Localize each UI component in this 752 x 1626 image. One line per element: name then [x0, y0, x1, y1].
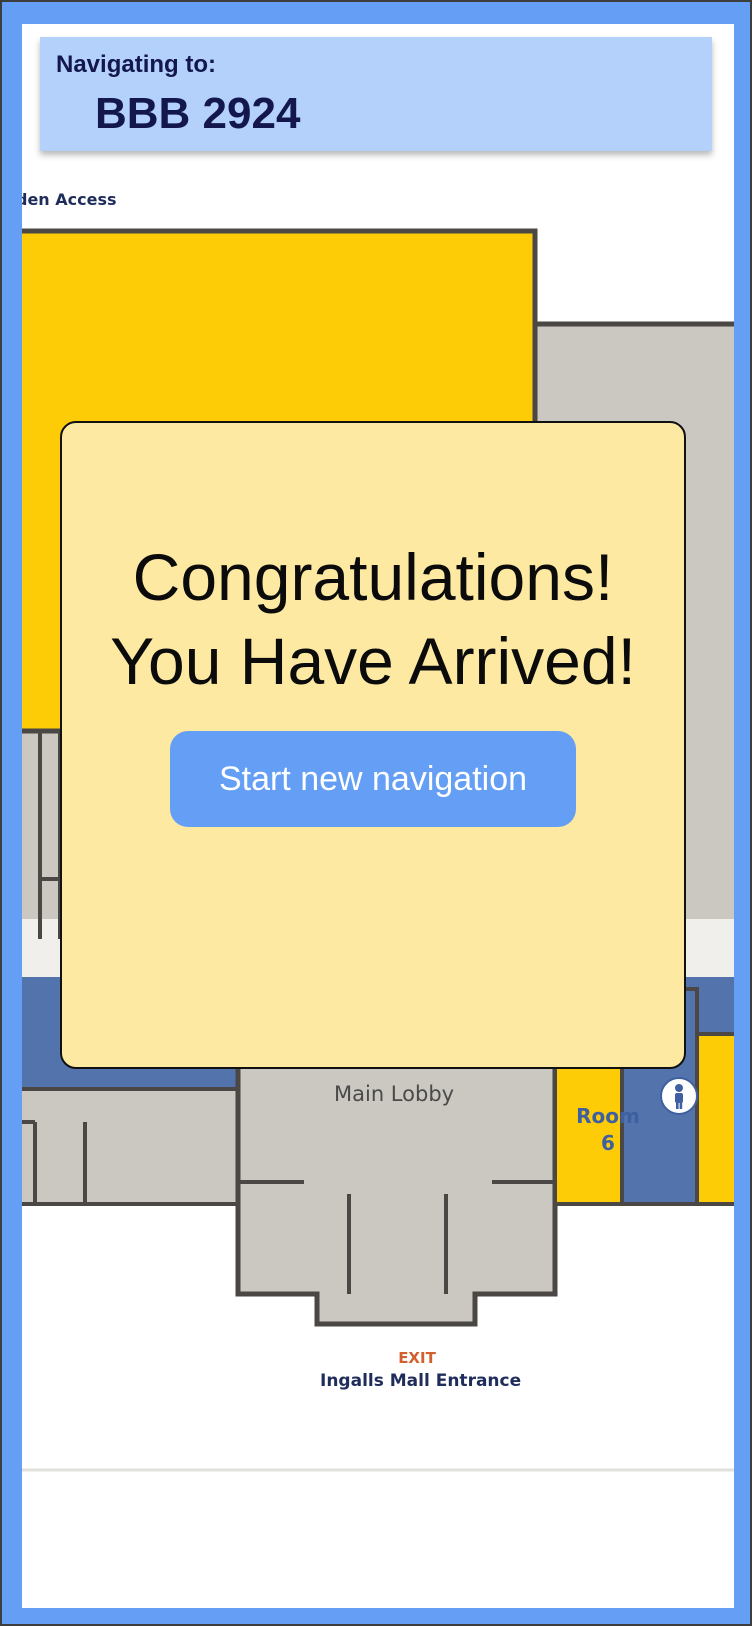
exit-label: EXIT: [398, 1349, 436, 1367]
arrival-title-line1: Congratulations!: [132, 540, 614, 614]
room-6-label: Room 6: [575, 1103, 641, 1157]
room-label-line2: 6: [601, 1131, 615, 1155]
navigating-to-label: Navigating to:: [56, 51, 216, 78]
arrival-dialog: Congratulations! You Have Arrived! Start…: [60, 421, 686, 1069]
arrival-message: Congratulations! You Have Arrived!: [62, 535, 684, 703]
restroom-icon: [660, 1077, 698, 1115]
destination-room: BBB 2924: [95, 89, 301, 138]
app-screen: den Access Main Lobby Room 6 EXIT Ingall…: [22, 24, 734, 1608]
arrival-title-line2: You Have Arrived!: [110, 624, 636, 698]
device-frame: den Access Main Lobby Room 6 EXIT Ingall…: [2, 2, 750, 1624]
navigation-header: Navigating to: BBB 2924: [40, 37, 712, 151]
main-lobby-label: Main Lobby: [334, 1082, 455, 1106]
room-label-line1: Room: [576, 1104, 640, 1128]
start-new-navigation-button[interactable]: Start new navigation: [170, 731, 576, 827]
garden-access-label: den Access: [22, 190, 117, 209]
entrance-label: Ingalls Mall Entrance: [320, 1371, 522, 1391]
person-icon: [675, 1084, 683, 1109]
